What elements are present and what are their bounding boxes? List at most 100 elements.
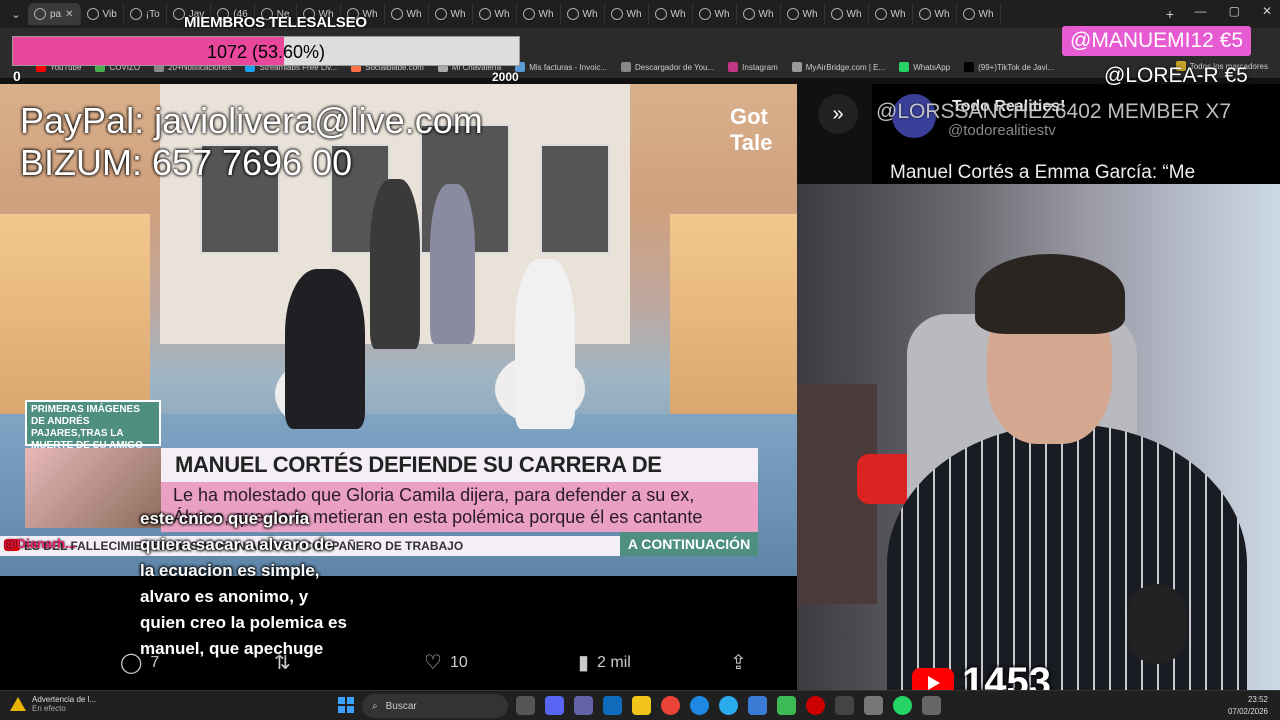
browser-tab[interactable]: Wh — [429, 3, 473, 25]
bookmark-favicon-icon — [964, 62, 975, 72]
warning-icon — [10, 697, 26, 711]
warning-title: Advertencia de l... — [32, 695, 97, 704]
browser-tab[interactable]: Wh — [561, 3, 605, 25]
streamer-webcam — [797, 184, 1280, 690]
bookmark-item[interactable]: WhatsApp — [899, 62, 950, 72]
microphone — [1127, 584, 1187, 664]
tab-favicon-icon — [742, 8, 755, 20]
browser-tab[interactable]: Wh — [781, 3, 825, 25]
tab-favicon-icon — [654, 8, 667, 20]
view-count: 2 mil — [597, 653, 631, 671]
browser-tab[interactable]: ¡To — [124, 3, 167, 25]
browser-tab[interactable]: Vib — [81, 3, 124, 25]
capcut-icon[interactable] — [777, 696, 796, 715]
taskbar-search[interactable]: ⌕ Buscar — [362, 694, 508, 718]
bookmark-item[interactable]: Instagram — [728, 62, 778, 72]
tab-favicon-icon — [786, 8, 799, 20]
news-continue-label: A CONTINUACIÓN — [620, 532, 758, 556]
teams-icon[interactable] — [574, 696, 593, 715]
chat-username: @Dianarh... — [4, 536, 76, 551]
like-count: 10 — [449, 653, 468, 671]
outlook-icon[interactable] — [603, 696, 622, 715]
set-panel-right — [670, 214, 797, 444]
bookmark-favicon-icon — [728, 62, 739, 72]
app-icon[interactable] — [806, 696, 825, 715]
like-action[interactable]: ♡ 10 — [424, 650, 468, 675]
donation-alert-second: @LOREA-R €5 — [1104, 64, 1248, 87]
bookmark-favicon-icon — [791, 62, 802, 72]
tab-label: Wh — [494, 8, 510, 20]
guest-figure — [285, 269, 365, 429]
browser-tab[interactable]: Wh — [869, 3, 913, 25]
browser-tab[interactable]: Wh — [517, 3, 561, 25]
bookmark-item[interactable]: (99+)TikTok de Javi... — [964, 62, 1054, 72]
bookmark-label: Descargador de You... — [635, 62, 715, 72]
system-clock[interactable]: 23:52 07/02/2026 — [1228, 694, 1268, 718]
close-window-icon[interactable]: ✕ — [1262, 4, 1272, 18]
globe-icon[interactable] — [748, 696, 767, 715]
tweet-text: Manuel Cortés a Emma García: “Me — [890, 162, 1196, 183]
browser-tab[interactable]: Wh — [605, 3, 649, 25]
discord-icon[interactable] — [545, 696, 564, 715]
edge-icon[interactable] — [690, 696, 709, 715]
browser-tab[interactable]: Wh — [473, 3, 517, 25]
maximize-icon[interactable]: ▢ — [1229, 4, 1240, 18]
bookmark-item[interactable]: MyAirBridge.com | E... — [791, 62, 886, 72]
browser-tab[interactable]: Wh — [737, 3, 781, 25]
member-alert: @LORSSANCHEZ6402 MEMBER X7 — [876, 100, 1232, 123]
tab-label: Wh — [934, 8, 950, 20]
tab-label: Wh — [846, 8, 862, 20]
task-view-icon[interactable] — [516, 696, 535, 715]
warning-widget[interactable]: Advertencia de l... En efecto — [10, 695, 96, 713]
chrome-icon[interactable] — [661, 696, 680, 715]
views-action[interactable]: ▮ 2 mil — [578, 650, 631, 675]
browser-tab[interactable]: Wh — [693, 3, 737, 25]
app-icon-3[interactable] — [922, 696, 941, 715]
progress-max-label: 2000 — [492, 70, 519, 84]
tab-favicon-icon — [962, 8, 975, 20]
tab-label: ¡To — [145, 8, 160, 20]
tab-label: Wh — [406, 8, 422, 20]
new-tab-button[interactable]: + — [1158, 6, 1182, 22]
obs-icon[interactable] — [835, 696, 854, 715]
search-placeholder: Buscar — [385, 700, 417, 712]
bookmark-item[interactable]: Mis facturas - Invoic... — [515, 62, 607, 72]
share-action[interactable]: ⇪ — [730, 650, 747, 675]
tab-label: Wh — [802, 8, 818, 20]
tab-favicon-icon — [698, 8, 711, 20]
whatsapp-icon[interactable] — [893, 696, 912, 715]
bookmark-label: MyAirBridge.com | E... — [805, 62, 886, 72]
tab-label: Wh — [670, 8, 686, 20]
browser-tab[interactable]: Wh — [385, 3, 429, 25]
tab-favicon-icon — [86, 8, 99, 20]
close-tab-icon[interactable]: ✕ — [65, 9, 73, 20]
bookmark-item[interactable]: Descargador de You... — [621, 62, 714, 72]
building-window — [540, 144, 610, 254]
telegram-icon[interactable] — [719, 696, 738, 715]
windows-start-icon[interactable] — [338, 697, 354, 713]
tab-label: Wh — [978, 8, 994, 20]
members-goal-title: MIEMBROS TELESALSEO — [184, 14, 367, 31]
browser-tab[interactable]: Wh — [913, 3, 957, 25]
browser-tab[interactable]: Wh — [825, 3, 869, 25]
bookmark-favicon-icon — [899, 62, 910, 72]
warning-status: En efecto — [32, 704, 66, 713]
app-icon-2[interactable] — [864, 696, 883, 715]
search-icon: ⌕ — [372, 700, 378, 712]
minimize-icon[interactable]: — — [1195, 4, 1207, 18]
tab-label: Wh — [758, 8, 774, 20]
tab-favicon-icon — [172, 8, 185, 20]
paypal-text: PayPal: javiolivera@live.com — [20, 100, 483, 141]
tweet-panel: Todo Realities! @todorealitiestv Manuel … — [872, 84, 1280, 184]
browser-tab[interactable]: pa ✕ — [28, 3, 81, 25]
file-explorer-icon[interactable] — [632, 696, 651, 715]
tab-list-menu-button[interactable]: ⌄ — [4, 3, 28, 25]
tweet-author-handle[interactable]: @todorealitiestv — [948, 122, 1056, 139]
browser-tab[interactable]: Wh — [957, 3, 1001, 25]
bar-chart-icon: ▮ — [578, 652, 590, 674]
browser-tab[interactable]: Wh — [649, 3, 693, 25]
tab-favicon-icon — [610, 8, 623, 20]
bookmark-label: (99+)TikTok de Javi... — [978, 62, 1055, 72]
windows-taskbar: Advertencia de l... En efecto ⌕ Buscar 2… — [0, 690, 1280, 720]
next-chevron-button[interactable]: » — [818, 94, 858, 134]
